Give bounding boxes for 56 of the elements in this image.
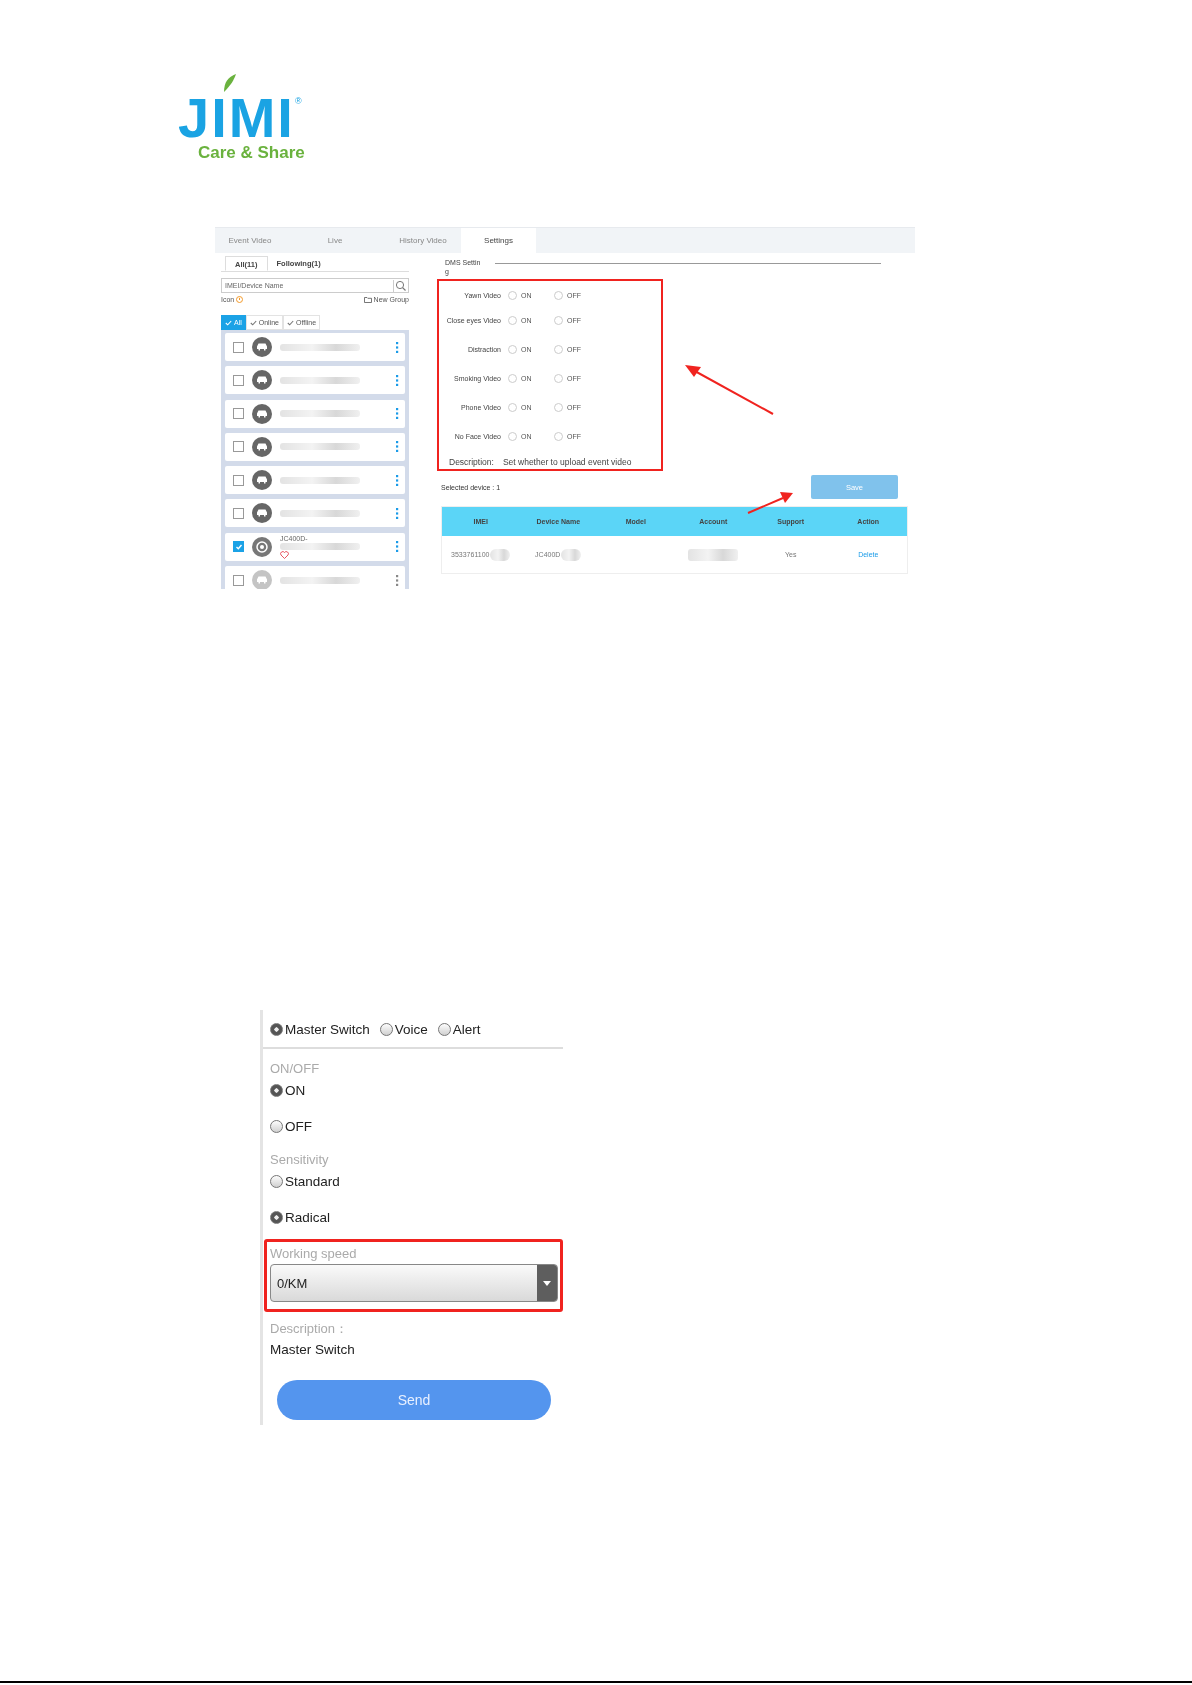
checkbox[interactable]	[233, 408, 244, 420]
more-icon[interactable]	[395, 508, 399, 519]
description-label: Description：	[270, 1320, 350, 1338]
more-icon[interactable]	[395, 474, 399, 486]
field-label: Working speed	[270, 1246, 358, 1261]
device-row[interactable]	[225, 333, 405, 361]
device-row[interactable]	[225, 432, 405, 461]
annotation-arrow	[747, 492, 793, 514]
more-icon[interactable]	[395, 541, 399, 553]
checkbox[interactable]	[233, 341, 244, 353]
speed-dropdown[interactable]: 0/KM	[270, 1264, 558, 1302]
more-icon[interactable]	[395, 408, 399, 420]
checkbox[interactable]	[233, 374, 244, 386]
checkbox[interactable]	[233, 508, 244, 519]
radio-option[interactable]: Alert	[437, 1022, 481, 1037]
group-title: Sensitivity	[270, 1152, 330, 1167]
more-icon[interactable]	[395, 574, 399, 586]
leaf-icon	[222, 74, 236, 92]
check-icon	[249, 319, 257, 326]
registered-mark: ®	[294, 96, 302, 106]
check-icon	[287, 319, 294, 326]
radio-option[interactable]: Standard	[270, 1174, 563, 1189]
radio-option[interactable]: ON	[270, 1083, 563, 1098]
check-icon	[225, 319, 232, 326]
blurred-text	[490, 548, 511, 561]
description-text: Master Switch	[270, 1342, 356, 1357]
radio-option[interactable]: Radical	[270, 1210, 563, 1225]
checkbox[interactable]	[233, 574, 244, 586]
radio-option[interactable]: Voice	[379, 1022, 428, 1037]
checkbox[interactable]	[233, 541, 244, 553]
info-icon[interactable]	[236, 296, 244, 303]
description-label: Description:	[449, 457, 494, 467]
logo-tagline: Care & Share	[198, 144, 306, 162]
search-icon[interactable]	[393, 279, 408, 292]
folder-icon[interactable]	[363, 296, 372, 303]
tab[interactable]: History Video	[385, 228, 461, 253]
logo-wordmark: JIMI	[178, 92, 295, 144]
blurred-text	[561, 548, 582, 561]
caret-icon[interactable]	[537, 1265, 557, 1301]
checkbox[interactable]	[233, 474, 244, 486]
tab[interactable]: Settings	[461, 228, 536, 253]
description-text: Set whether to upload event video	[502, 457, 632, 467]
group-title: ON/OFF	[270, 1061, 321, 1076]
more-icon[interactable]	[395, 341, 399, 353]
device-row[interactable]	[225, 466, 405, 495]
tab[interactable]: Live	[285, 228, 385, 253]
device-row[interactable]	[225, 499, 405, 528]
device-row[interactable]	[225, 366, 405, 395]
more-icon[interactable]	[395, 374, 399, 386]
radio-option[interactable]: Master Switch	[270, 1022, 370, 1037]
more-icon[interactable]	[395, 441, 399, 453]
heart-icon[interactable]	[280, 550, 289, 559]
blurred-text	[688, 548, 739, 561]
device-row[interactable]	[225, 399, 405, 428]
radio-option[interactable]: OFF	[270, 1119, 563, 1134]
checkbox[interactable]	[233, 441, 244, 453]
